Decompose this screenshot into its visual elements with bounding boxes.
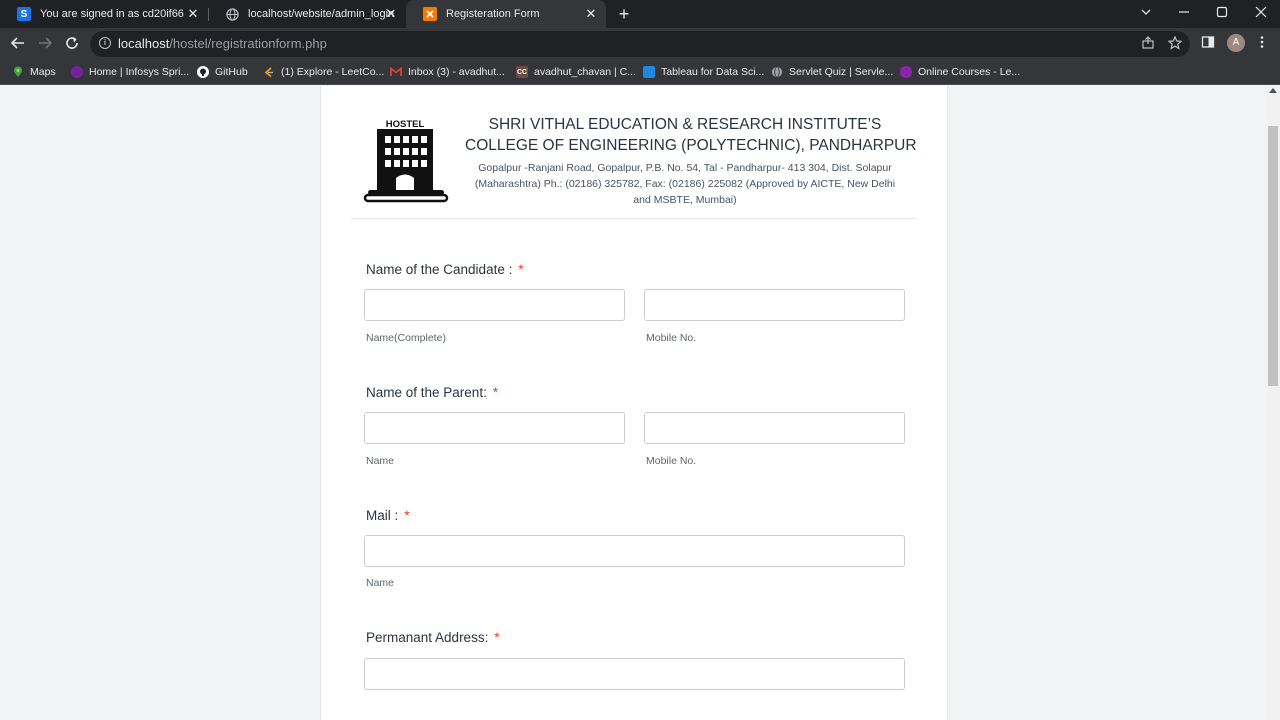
tab-search-chevron-icon[interactable] [1138,4,1154,24]
institute-address: Gopalpur -Ranjani Road, Gopalpur, P.B. N… [465,160,905,208]
hostel-building-logo: HOSTEL [363,119,449,203]
bookmark-online-courses[interactable]: Online Courses - Le... [900,64,1020,80]
close-tab-icon[interactable]: ✕ [584,6,598,22]
institute-name-line1: SHRI VITHAL EDUCATION & RESEARCH INSTITU… [488,116,882,133]
candidate-name-input[interactable] [364,289,625,321]
registration-form-card: HOSTEL SHRI VITHAL EDUCATION & RESEARCH … [320,86,948,720]
mail-input[interactable] [364,535,905,567]
bookmark-label: Online Courses - Le... [918,66,1021,78]
bookmark-label: Inbox (3) - avadhut... [408,66,505,78]
parent-name-label: Name of the Parent: * [366,385,498,400]
back-arrow-icon[interactable] [9,35,27,53]
candidate-mobile-hint: Mobile No. [646,332,697,344]
url-text: localhost/hostel/registrationform.php [118,36,327,51]
bookmark-github[interactable]: GitHub [197,64,248,80]
logo-text: HOSTEL [386,119,425,130]
candidate-mobile-input[interactable] [644,289,905,321]
parent-name-hint: Name [366,455,395,467]
candidate-name-hint: Name(Complete) [366,332,446,344]
bookmark-leetcode[interactable]: (1) Explore - LeetCo... [263,64,384,80]
address-line: Gopalpur -Ranjani Road, Gopalpur, P.B. N… [478,162,892,174]
close-tab-icon[interactable]: ✕ [384,6,398,22]
candidate-name-label: Name of the Candidate : * [366,262,524,277]
bookmark-label: (1) Explore - LeetCo... [281,66,385,78]
address-bar[interactable]: i localhost/hostel/registrationform.php [90,31,1190,57]
tab-title: You are signed in as cd20if66 [40,8,184,20]
permanent-address-input[interactable] [364,658,905,690]
bookmark-label: Maps [30,66,56,78]
profile-avatar[interactable]: A [1227,34,1245,52]
required-asterisk: * [404,508,410,523]
required-asterisk: * [518,262,524,277]
bookmark-label: Tableau for Data Sci... [661,66,765,78]
bookmark-tableau[interactable]: Tableau for Data Sci... [643,64,764,80]
bookmark-label: GitHub [215,66,248,78]
label-text: Mail : [366,508,399,523]
institute-header: HOSTEL SHRI VITHAL EDUCATION & RESEARCH … [351,86,917,219]
bookmark-label: Servlet Quiz | Servle... [789,66,894,78]
label-text: Permanant Address: [366,630,489,645]
forward-arrow-icon[interactable] [36,35,54,53]
required-asterisk: * [492,385,499,400]
bookmarks-bar: Maps Home | Infosys Spri... GitHub (1) E… [0,60,1280,85]
side-panel-icon[interactable] [1199,35,1217,53]
github-icon [197,66,209,78]
leetcode-icon [263,66,275,78]
xampp-favicon-icon [423,7,437,21]
share-icon[interactable] [1140,36,1156,52]
scroll-up-arrow-icon[interactable] [1269,88,1277,93]
reload-icon[interactable] [63,35,81,53]
bookmark-star-icon[interactable] [1167,35,1183,52]
permanent-address-label: Permanant Address: * [366,630,500,645]
globe-icon [771,66,783,78]
new-tab-button[interactable]: + [616,4,632,24]
gmail-icon [390,66,402,78]
label-text: Name of the Candidate : [366,262,513,277]
infosys-icon [71,66,83,78]
tab-title: localhost/website/admin_login.php [248,8,394,20]
maps-pin-icon [12,66,24,78]
tab-signed-in[interactable]: S You are signed in as cd20if66 ✕ [0,0,208,28]
scrollbar-thumb[interactable] [1268,126,1278,386]
globe-icon [225,7,239,21]
required-asterisk: * [494,630,500,645]
mail-hint: Name [366,577,395,589]
label-text: Name of the Parent: [366,385,487,400]
mail-label: Mail : * [366,508,410,523]
site-info-icon[interactable]: i [99,37,111,49]
page-scrollbar[interactable] [1266,86,1280,720]
tab-favicon-icon: S [17,7,31,21]
page-viewport: HOSTEL SHRI VITHAL EDUCATION & RESEARCH … [0,86,1266,720]
bookmark-servlet-quiz[interactable]: Servlet Quiz | Servle... [771,64,893,80]
url-host: localhost [118,36,170,51]
address-line: and MSBTE, Mumbai) [633,194,737,206]
close-window-icon[interactable] [1253,4,1269,24]
minimize-icon[interactable] [1176,4,1192,24]
maximize-icon[interactable] [1214,4,1230,24]
parent-mobile-hint: Mobile No. [646,455,697,467]
cc-icon: CC [516,66,528,78]
browser-toolbar: i localhost/hostel/registrationform.php … [0,28,1280,60]
close-tab-icon[interactable]: ✕ [186,6,200,22]
bookmark-label: avadhut_chavan | C... [534,66,636,78]
online-courses-icon [900,66,912,78]
tab-admin-login[interactable]: localhost/website/admin_login.php ✕ [208,0,406,28]
tab-registration-form[interactable]: Registeration Form ✕ [406,0,606,28]
parent-name-input[interactable] [364,412,625,444]
bookmark-maps[interactable]: Maps [12,64,56,80]
address-line: (Maharashtra) Ph.: (02186) 325782, Fax: … [474,178,896,190]
bookmark-label: Home | Infosys Spri... [89,66,190,78]
bookmark-infosys[interactable]: Home | Infosys Spri... [71,64,189,80]
tab-strip: S You are signed in as cd20if66 ✕ localh… [0,0,1280,28]
tableau-icon [643,66,655,78]
bookmark-cc[interactable]: CC avadhut_chavan | C... [516,64,636,80]
tab-title: Registeration Form [446,8,540,20]
url-path: /hostel/registrationform.php [169,36,327,51]
kebab-menu-icon[interactable] [1253,35,1271,53]
parent-mobile-input[interactable] [644,412,905,444]
bookmark-gmail[interactable]: Inbox (3) - avadhut... [390,64,505,80]
institute-name-line2: COLLEGE OF ENGINEERING (POLYTECHNIC), PA… [465,137,917,154]
